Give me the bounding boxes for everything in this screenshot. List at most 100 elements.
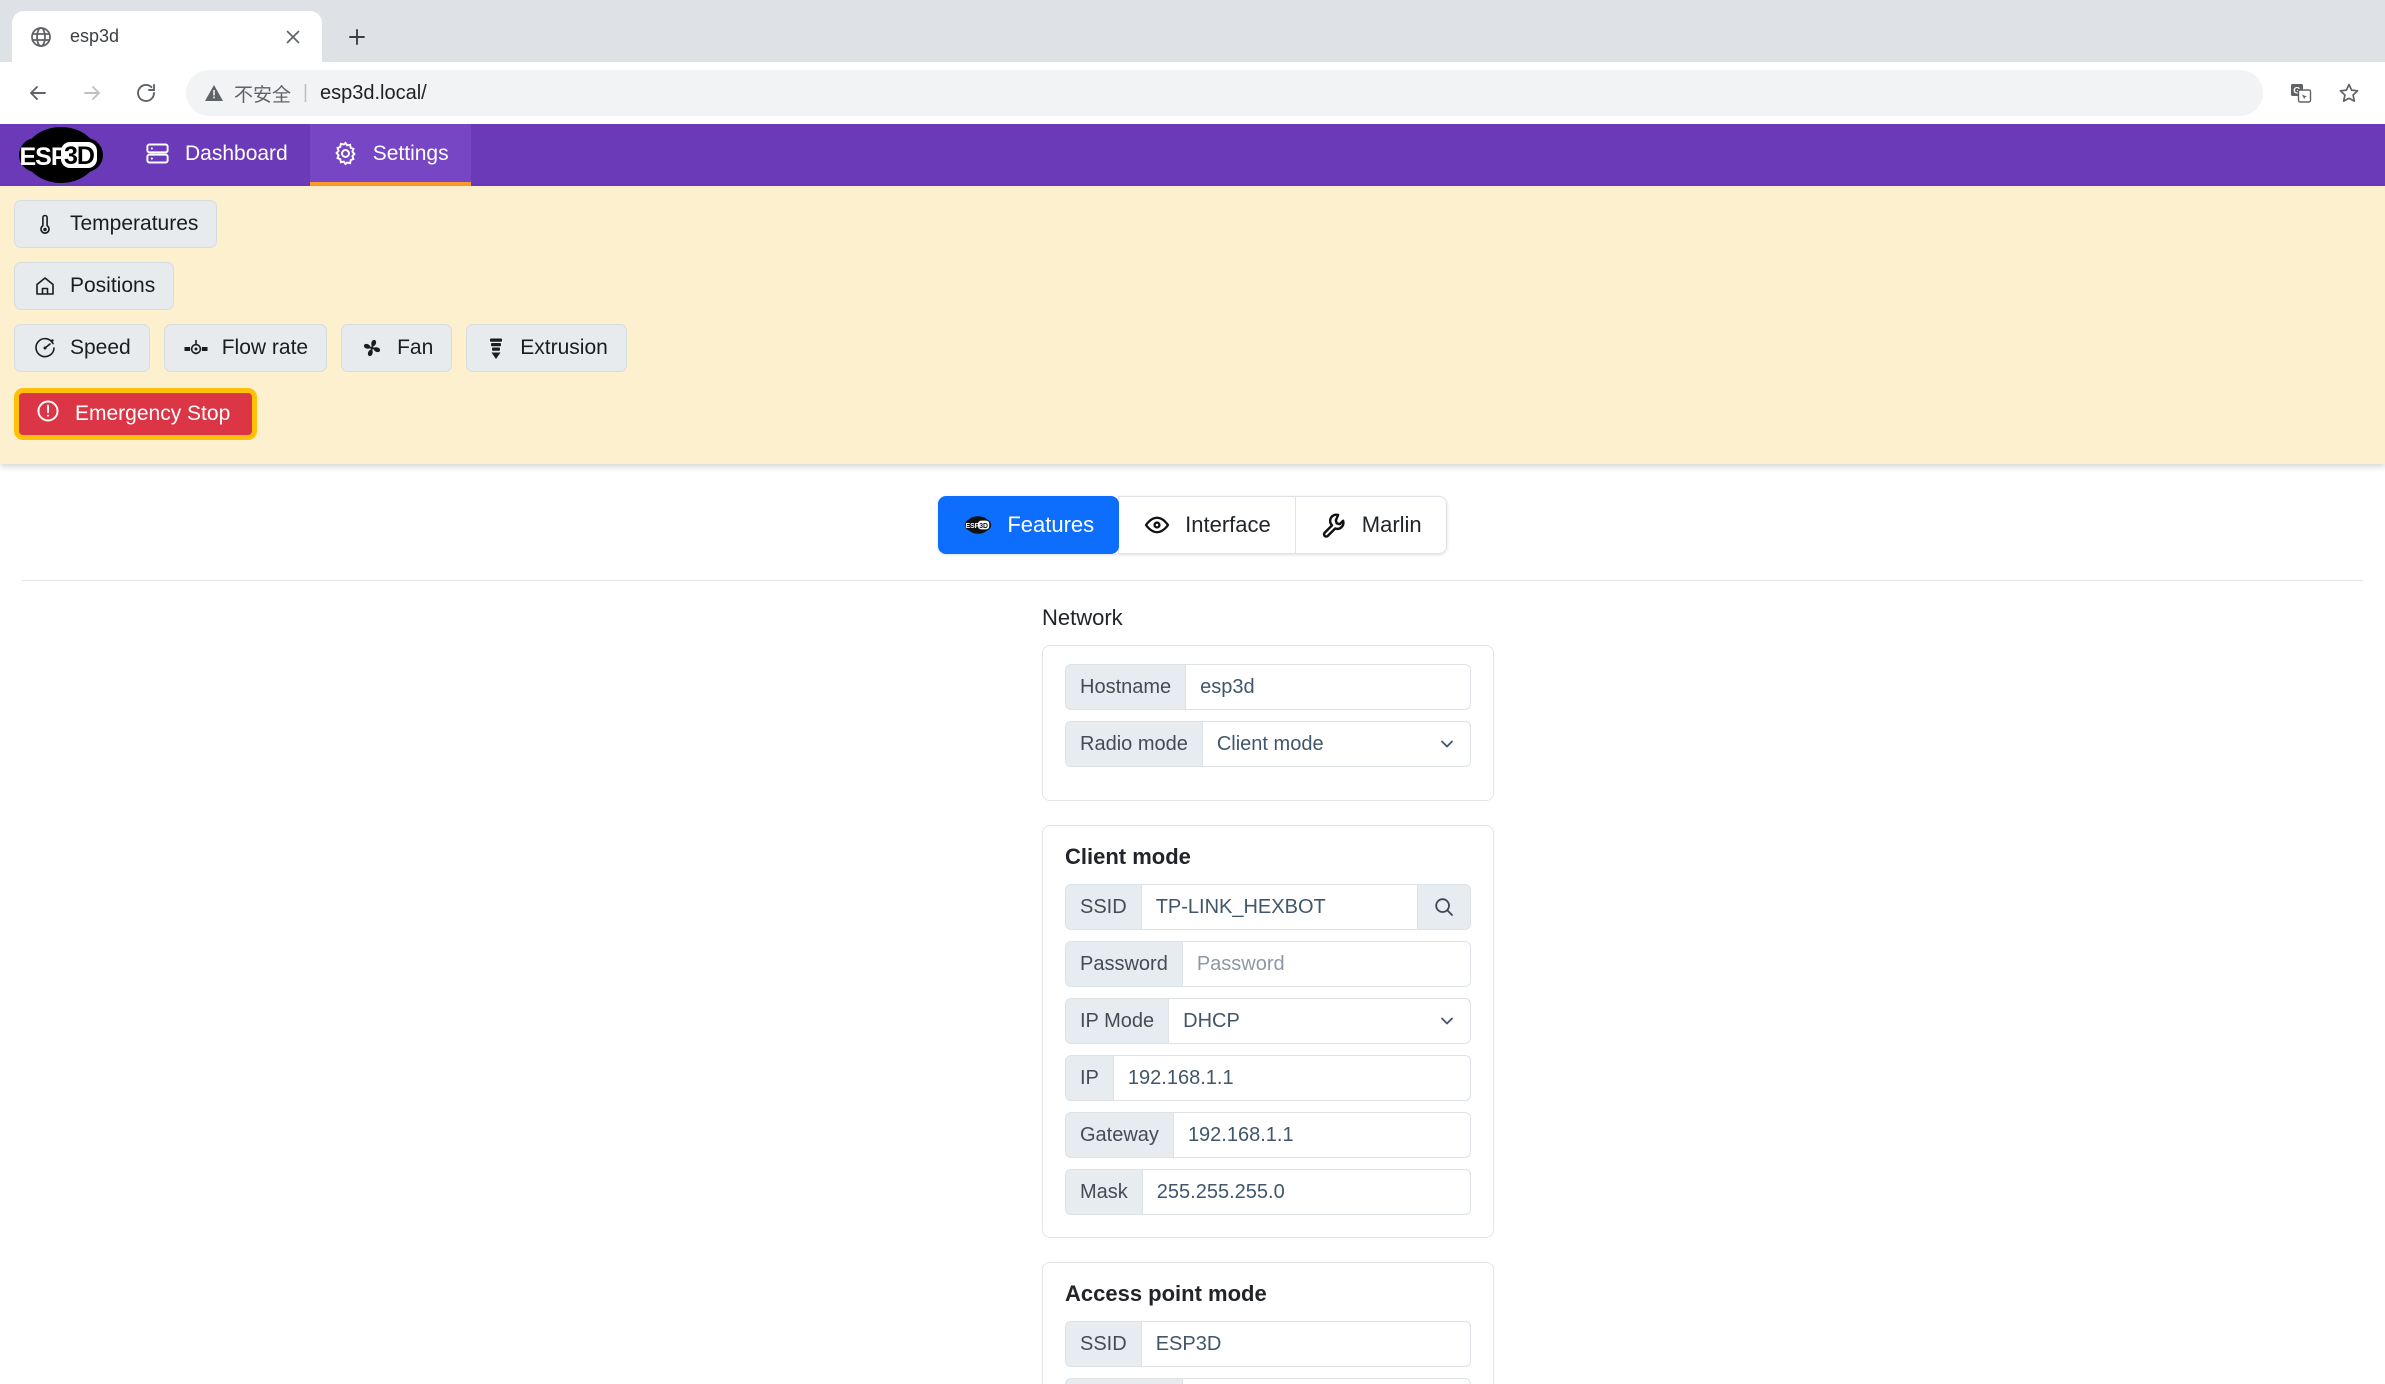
settings-tabbar: ESP 3D Features Interface Marlin <box>0 496 2385 554</box>
tab-features[interactable]: ESP 3D Features <box>938 496 1120 554</box>
section-title-network: Network <box>1042 605 1123 630</box>
card-access-point-mode: Access point mode SSID ESP3D Password **… <box>1042 1262 1494 1384</box>
field-client-ip[interactable]: IP 192.168.1.1 <box>1065 1055 1471 1101</box>
translate-icon[interactable]: G <box>2281 73 2321 113</box>
speedometer-icon <box>33 336 57 360</box>
search-icon[interactable] <box>1417 884 1471 930</box>
toolbar-actions: G <box>2273 73 2369 113</box>
wrench-icon <box>1320 511 1348 539</box>
emergency-stop-button[interactable]: Emergency Stop <box>14 388 258 440</box>
reload-icon[interactable] <box>124 71 168 115</box>
security-status-label: 不安全 <box>234 83 292 106</box>
panel-button-positions[interactable]: Positions <box>14 262 175 310</box>
omnibox-separator: | <box>303 82 308 103</box>
field-label: Hostname <box>1065 664 1186 710</box>
panel-button-label: Positions <box>70 274 156 297</box>
client-password-input[interactable]: Password <box>1181 941 1471 987</box>
field-client-gateway[interactable]: Gateway 192.168.1.1 <box>1065 1112 1471 1158</box>
nav-item-settings[interactable]: Settings <box>309 124 471 186</box>
panel-toolbar: Temperatures Positions Speed Flow rate F… <box>0 186 2385 464</box>
card-title-client-mode: Client mode <box>1065 844 1191 869</box>
tab-label: Marlin <box>1361 512 1422 537</box>
radio-mode-value: Client mode <box>1216 732 1324 755</box>
client-ip-mode-value: DHCP <box>1183 1009 1240 1032</box>
star-icon[interactable] <box>2329 73 2369 113</box>
alert-circle-icon <box>35 398 61 430</box>
field-ap-password[interactable]: Password ******** <box>1065 1378 1471 1384</box>
new-tab-button[interactable] <box>336 16 378 58</box>
field-label: Gateway <box>1065 1112 1173 1158</box>
field-label: IP Mode <box>1065 998 1169 1044</box>
field-label: SSID <box>1065 1321 1141 1367</box>
panel-button-fan[interactable]: Fan <box>341 324 453 372</box>
panel-button-temperatures[interactable]: Temperatures <box>14 200 218 248</box>
esp3d-icon: ESP 3D <box>963 514 993 536</box>
client-ssid-input[interactable]: TP-LINK_HEXBOT <box>1140 884 1417 930</box>
ap-ssid-input[interactable]: ESP3D <box>1140 1321 1471 1367</box>
esp3d-logo[interactable]: ESP 3D <box>0 124 122 186</box>
field-ap-ssid[interactable]: SSID ESP3D <box>1065 1321 1471 1367</box>
panel-button-label: Extrusion <box>520 336 608 359</box>
card-title-access-point-mode: Access point mode <box>1065 1281 1267 1306</box>
settings-content: ESP 3D Features Interface Marlin Network… <box>0 464 2385 1384</box>
panel-button-flow-rate[interactable]: Flow rate <box>163 324 328 372</box>
server-icon <box>144 140 171 167</box>
back-arrow-icon[interactable] <box>16 71 60 115</box>
emergency-stop-label: Emergency Stop <box>75 402 231 425</box>
field-radio-mode[interactable]: Radio mode Client mode <box>1065 721 1471 767</box>
settings-column: Network Hostname esp3d Radio mode Client… <box>1042 581 1494 1384</box>
tab-label: Interface <box>1185 512 1271 537</box>
tab-label: Features <box>1007 512 1095 537</box>
chevron-down-icon <box>1438 1012 1456 1030</box>
panel-row: Temperatures <box>14 200 2385 262</box>
app-header: ESP 3D Dashboard Settings <box>0 124 2385 186</box>
hostname-input[interactable]: esp3d <box>1185 664 1471 710</box>
radio-mode-select[interactable]: Client mode <box>1201 721 1471 767</box>
client-mask-input[interactable]: 255.255.255.0 <box>1141 1169 1471 1215</box>
panel-row: Speed Flow rate Fan Extrusion <box>14 324 2385 386</box>
panel-button-label: Flow rate <box>221 336 309 359</box>
browser-tab[interactable]: esp3d <box>12 11 322 62</box>
client-ip-input[interactable]: 192.168.1.1 <box>1112 1055 1471 1101</box>
client-ip-mode-select[interactable]: DHCP <box>1168 998 1471 1044</box>
warning-triangle-icon <box>204 83 224 103</box>
eye-icon <box>1143 511 1171 539</box>
fan-icon <box>360 336 384 360</box>
tab-interface[interactable]: Interface <box>1118 496 1296 554</box>
field-label: Password <box>1065 1378 1182 1384</box>
field-label: Password <box>1065 941 1182 987</box>
panel-button-label: Temperatures <box>70 212 199 235</box>
client-gateway-input[interactable]: 192.168.1.1 <box>1172 1112 1471 1158</box>
svg-text:3D: 3D <box>64 142 94 170</box>
ap-password-input[interactable]: ******** <box>1181 1378 1471 1384</box>
field-hostname[interactable]: Hostname esp3d <box>1065 664 1471 710</box>
nav-item-label: Dashboard <box>185 141 288 165</box>
page-viewport: ESP 3D Dashboard Settings Temperatures P… <box>0 124 2385 1384</box>
browser-tabstrip: esp3d <box>0 0 2385 62</box>
panel-button-extrusion[interactable]: Extrusion <box>466 324 627 372</box>
field-label: IP <box>1065 1055 1113 1101</box>
forward-arrow-icon[interactable] <box>70 71 114 115</box>
panel-button-label: Fan <box>397 336 434 359</box>
flow-rate-icon <box>183 336 209 360</box>
card-client-mode: Client mode SSID TP-LINK_HEXBOT Password… <box>1042 825 1494 1238</box>
field-client-mask[interactable]: Mask 255.255.255.0 <box>1065 1169 1471 1215</box>
tab-marlin[interactable]: Marlin <box>1294 496 1447 554</box>
field-label: Mask <box>1065 1169 1142 1215</box>
close-icon[interactable] <box>280 24 306 50</box>
svg-text:ESP: ESP <box>19 143 66 171</box>
thermometer-icon <box>33 212 57 236</box>
gear-icon <box>332 140 359 167</box>
panel-button-speed[interactable]: Speed <box>14 324 150 372</box>
address-bar-url[interactable]: esp3d.local/ <box>320 82 427 105</box>
panel-button-label: Speed <box>70 336 131 359</box>
browser-tab-title: esp3d <box>70 26 120 46</box>
field-client-ssid[interactable]: SSID TP-LINK_HEXBOT <box>1065 884 1471 930</box>
field-client-password[interactable]: Password Password <box>1065 941 1471 987</box>
settings-tab-group: ESP 3D Features Interface Marlin <box>938 496 1447 554</box>
nav-item-dashboard[interactable]: Dashboard <box>122 124 310 186</box>
field-client-ip-mode[interactable]: IP Mode DHCP <box>1065 998 1471 1044</box>
extrusion-icon <box>485 336 507 360</box>
omnibox[interactable]: 不安全 | esp3d.local/ <box>186 70 2263 116</box>
card-network: Hostname esp3d Radio mode Client mode <box>1042 645 1494 801</box>
